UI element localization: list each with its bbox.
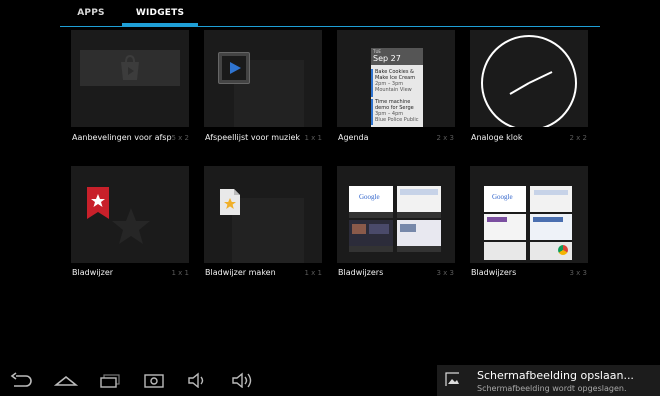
thumbnail [484,214,526,240]
screenshot-notification[interactable]: Schermafbeelding opslaan... Schermafbeel… [437,365,660,396]
event-place: Blue Police Public [375,117,419,123]
agenda-event: Time machine demo for Serge 3pm – 4pm Bl… [371,99,423,125]
widget-preview-bookmarks-2[interactable]: Google [470,166,588,263]
widget-size: 3 x 3 [436,269,455,277]
back-icon[interactable] [10,372,34,388]
image-icon [445,372,459,386]
widget-size: 1 x 1 [304,269,323,277]
thumbnail: Google [349,186,393,212]
thumbnail-caption [397,246,441,252]
widget-size: 2 x 3 [436,134,455,142]
widget-label: Bladwijzer maken [205,268,276,277]
play-icon [218,52,250,84]
recent-apps-icon[interactable] [98,372,122,388]
widget-preview-analog-clock[interactable] [470,30,588,127]
agenda-header: TUE Sep 27 [371,48,423,65]
volume-up-icon[interactable] [230,372,254,388]
widget-preview-create-bookmark[interactable] [204,166,322,263]
widget-label: Bladwijzers [338,268,384,277]
widget-label: Afspeellijst voor muziek [205,133,300,142]
widget-label: Bladwijzer [72,268,114,277]
widget-preview-bookmark[interactable] [71,166,189,263]
tab-widgets[interactable]: WIDGETS [122,0,198,26]
widget-size: 1 x 1 [171,269,190,277]
clock-icon [481,35,577,127]
thumbnail [530,242,572,260]
widget-preview-bookmarks[interactable]: Google [337,166,455,263]
play-store-bag-icon [121,54,139,80]
agenda-preview: TUE Sep 27 Bake Cookies & Make Ice Cream… [371,48,423,127]
widget-label: Agenda [338,133,369,142]
thumbnail [484,242,526,260]
notification-title: Schermafbeelding opslaan... [477,369,634,382]
thumbnail: Google [484,186,526,212]
widget-size: 1 x 1 [304,134,323,142]
widget-size: 3 x 3 [569,269,588,277]
widget-preview-music-playlist[interactable] [204,30,322,127]
tab-bar: APPS WIDGETS [60,0,600,27]
widget-size: 2 x 2 [569,134,588,142]
agenda-event: Bake Cookies & Make Ice Cream 2pm – 3pm … [371,69,423,97]
widget-preview-agenda[interactable]: TUE Sep 27 Bake Cookies & Make Ice Cream… [337,30,455,127]
ghost-star-icon [112,208,150,244]
ghost-background [232,198,304,263]
tab-apps[interactable]: APPS [60,0,122,26]
widget-preview-recommendations[interactable] [71,30,189,127]
bookmark-icon [87,187,109,219]
widget-label: Bladwijzers [471,268,517,277]
widget-label: Analoge klok [471,133,523,142]
widget-size: 5 x 2 [171,134,190,142]
screenshot-icon[interactable] [142,372,166,388]
volume-down-icon[interactable] [186,372,210,388]
thumbnail [397,220,441,246]
thumbnail [397,186,441,212]
chrome-icon [558,245,568,255]
thumbnail-caption [349,246,393,252]
home-icon[interactable] [54,372,78,388]
widget-label: Aanbevelingen voor afspe [72,133,172,142]
thumbnail [530,214,572,240]
thumbnail [349,220,393,246]
notification-subtitle: Schermafbeelding wordt opgeslagen. [477,384,627,393]
event-place: Mountain View [375,87,412,93]
thumbnail-caption [349,212,393,218]
thumbnail [530,186,572,212]
thumbnail-caption [397,212,441,218]
bookmark-file-icon [220,189,240,215]
agenda-date: Sep 27 [373,54,401,63]
